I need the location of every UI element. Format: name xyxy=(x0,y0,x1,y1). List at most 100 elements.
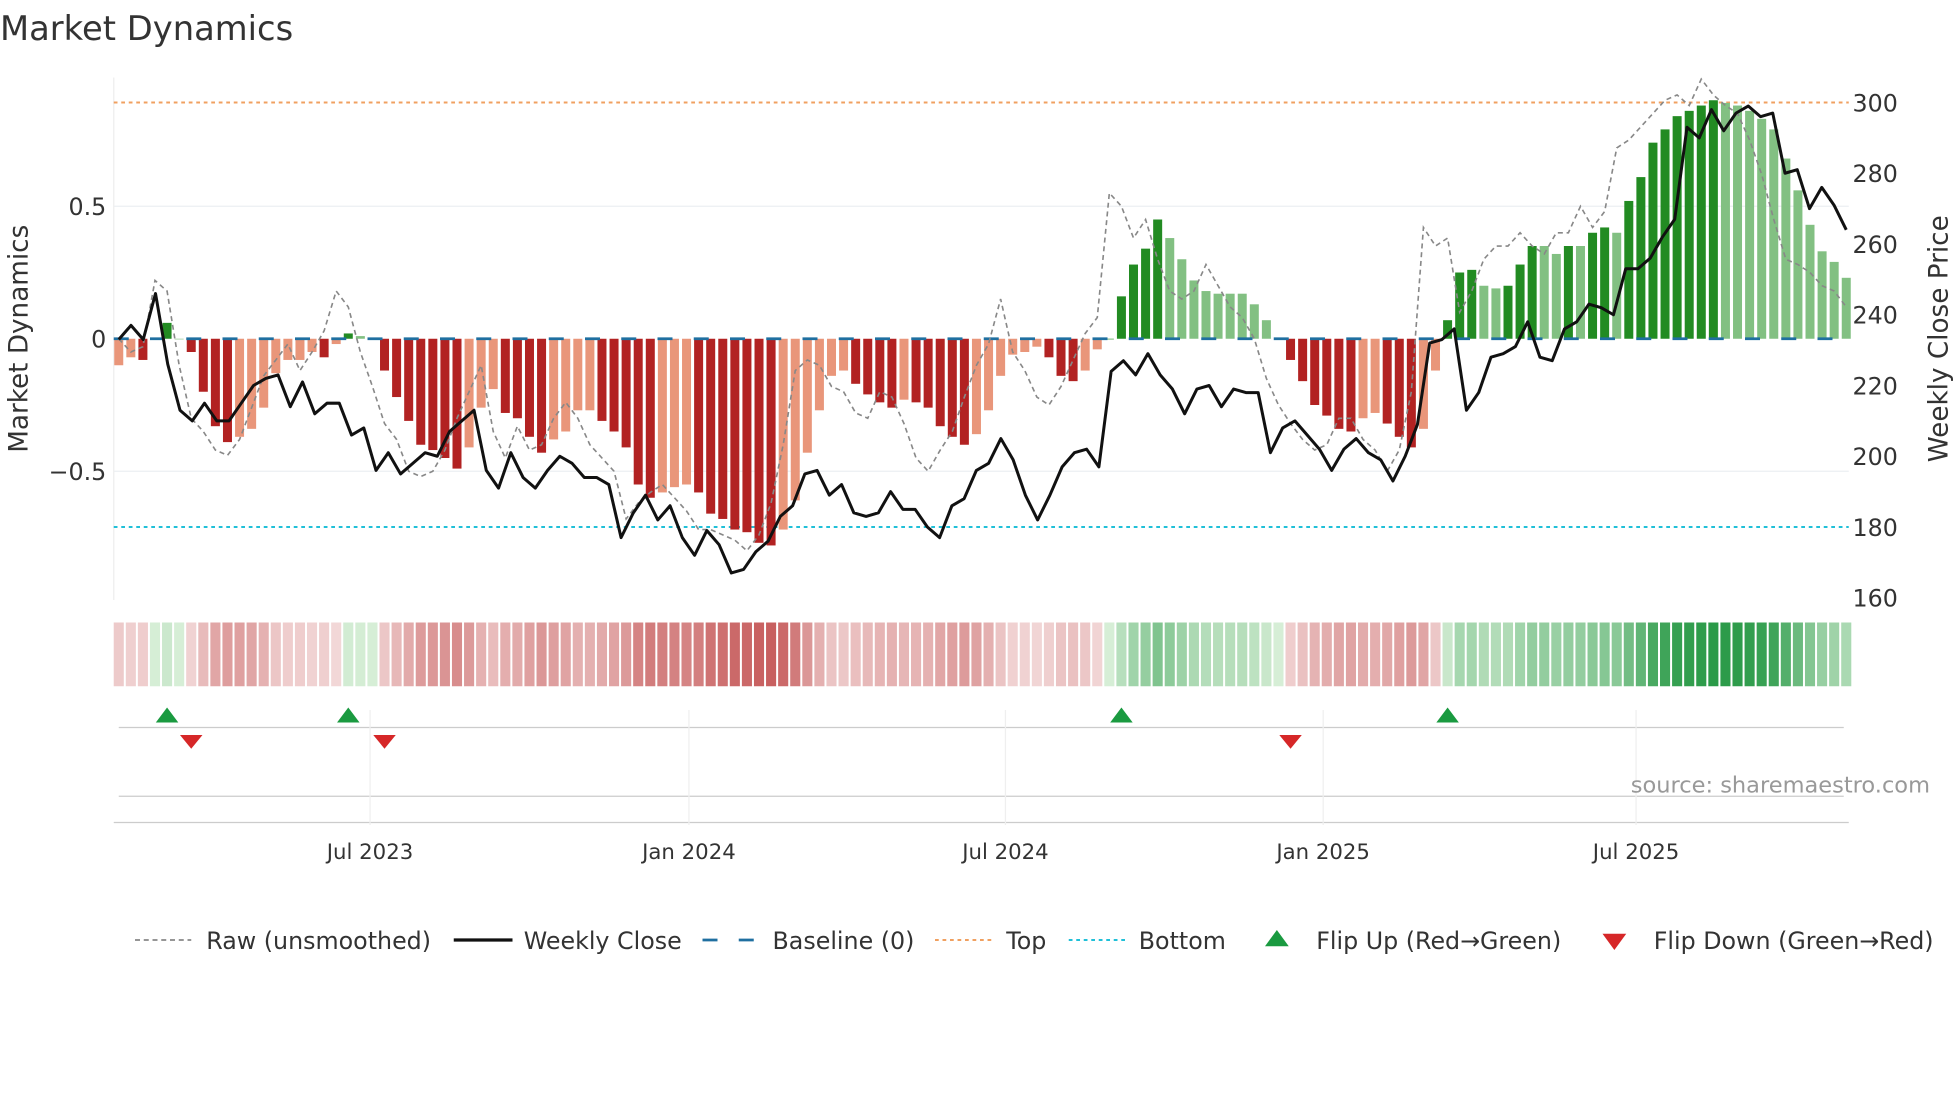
heat-cell xyxy=(1068,622,1079,687)
bar xyxy=(597,338,607,421)
y-tick-label-right: 220 xyxy=(1853,372,1898,400)
legend-label: Weekly Close xyxy=(524,927,682,955)
heat-cell xyxy=(1309,622,1320,687)
heat-cell xyxy=(741,622,752,687)
heat-cell xyxy=(1128,622,1139,687)
bar xyxy=(1720,102,1730,339)
bar xyxy=(1044,338,1054,358)
flip-up-marker xyxy=(337,707,360,723)
heat-cell xyxy=(536,622,547,687)
heat-cell xyxy=(403,622,414,687)
heat-cell xyxy=(681,622,692,687)
flip-down-marker xyxy=(1279,735,1302,749)
heat-cell xyxy=(1635,622,1646,687)
heat-cell xyxy=(1116,622,1127,687)
heat-cell xyxy=(1599,622,1610,687)
heat-cell xyxy=(693,622,704,687)
heat-cell xyxy=(766,622,777,687)
heat-cell xyxy=(1804,622,1816,687)
heat-cell xyxy=(1829,622,1840,687)
bar xyxy=(524,338,534,437)
heat-cell xyxy=(1672,622,1683,687)
bar xyxy=(404,338,414,421)
heat-cell xyxy=(1200,622,1212,687)
heat-cell xyxy=(717,622,728,687)
heat-cell xyxy=(1007,622,1018,687)
legend-label: Flip Down (Green→Red) xyxy=(1654,927,1934,955)
heat-cell xyxy=(1357,622,1369,687)
heat-cell xyxy=(1345,622,1356,687)
heat-cell xyxy=(343,622,354,687)
bar xyxy=(537,338,547,453)
heat-cell xyxy=(1442,622,1453,687)
bar xyxy=(911,338,921,403)
heat-cell xyxy=(1430,622,1441,687)
bar xyxy=(633,338,643,485)
bar xyxy=(1261,320,1271,339)
heat-cell xyxy=(753,622,765,687)
bar xyxy=(380,338,390,371)
bar xyxy=(1237,293,1247,339)
heat-cell xyxy=(234,622,245,687)
bar xyxy=(826,338,836,376)
bar xyxy=(1322,338,1332,416)
bar xyxy=(452,338,462,469)
heat-cell xyxy=(898,622,910,687)
bar xyxy=(259,338,269,408)
heat-cell xyxy=(1213,622,1224,687)
bar xyxy=(573,338,583,411)
heat-cell xyxy=(1237,622,1248,687)
bar xyxy=(1092,338,1102,350)
market-dynamics-chart: Market Dynamics Market Dynamics Weekly C… xyxy=(0,9,1955,955)
y-ticks-left: 0.5 0 −0.5 xyxy=(49,193,107,486)
flip-down-marker xyxy=(373,735,396,749)
y-ticks-right: 160 180 200 220 240 260 280 300 xyxy=(1853,89,1898,612)
heat-cell xyxy=(1394,622,1405,687)
bar xyxy=(1491,288,1501,339)
bar xyxy=(198,338,208,392)
heat-cell xyxy=(1140,622,1151,687)
bar xyxy=(669,338,679,488)
heat-cell xyxy=(464,622,475,687)
bar xyxy=(1575,246,1585,339)
y-tick-label-right: 240 xyxy=(1853,302,1898,330)
bar xyxy=(585,338,595,411)
bar xyxy=(742,338,752,533)
heat-cell xyxy=(258,622,269,687)
heat-cell xyxy=(1563,622,1574,687)
heat-cell xyxy=(476,622,487,687)
bar xyxy=(174,338,184,340)
bar xyxy=(138,338,148,360)
flip-down-marker xyxy=(179,735,203,749)
bar xyxy=(1539,246,1549,339)
bar xyxy=(1286,338,1296,360)
bar xyxy=(1467,269,1477,339)
heat-cell xyxy=(500,622,511,687)
heat-cell xyxy=(826,622,837,687)
bar xyxy=(790,338,800,501)
heat-cell xyxy=(137,622,148,687)
bar xyxy=(549,338,559,440)
heat-cell xyxy=(1817,622,1828,687)
bar xyxy=(1080,338,1090,371)
heat-cell xyxy=(1720,622,1731,687)
bar xyxy=(392,338,402,398)
bar xyxy=(899,338,909,400)
heat-cell xyxy=(1285,622,1296,687)
x-tick-label: Jul 2024 xyxy=(960,840,1048,865)
bar xyxy=(235,338,245,437)
bar xyxy=(222,338,232,443)
bar xyxy=(1116,296,1126,339)
heat-cell xyxy=(947,622,958,687)
flip-up-marker xyxy=(1110,707,1133,723)
heat-cell xyxy=(814,622,825,687)
legend-flip-down-icon xyxy=(1602,933,1627,950)
bar xyxy=(1141,248,1151,339)
heat-cell xyxy=(1152,622,1163,687)
chart-title: Market Dynamics xyxy=(0,9,293,48)
bar xyxy=(754,338,764,543)
bar xyxy=(657,338,667,493)
heat-cell xyxy=(1539,622,1550,687)
heat-cell xyxy=(1055,622,1067,687)
bar xyxy=(1394,338,1404,437)
